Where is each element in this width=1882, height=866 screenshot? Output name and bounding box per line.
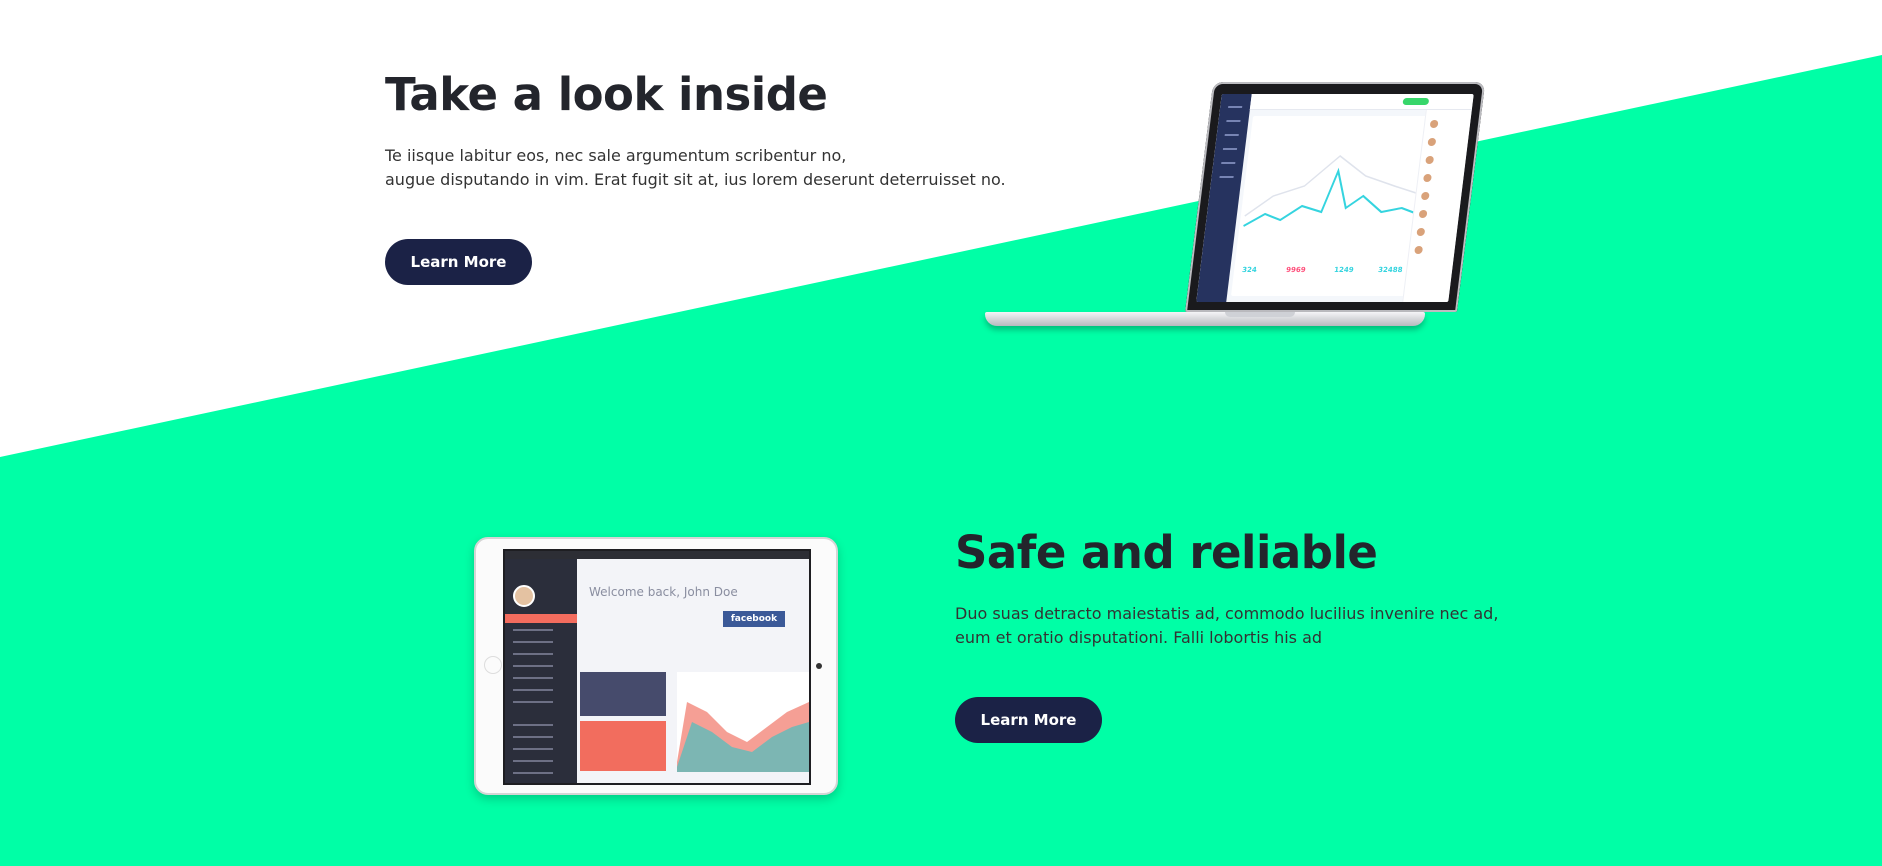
dashboard-topbar: [1249, 94, 1474, 110]
description-line: Duo suas detracto maiestatis ad, commodo…: [955, 604, 1499, 623]
laptop-lid: 324 9969 1249 32488: [1185, 82, 1486, 312]
stat-tile: [580, 672, 666, 716]
dashboard-line-chart: [1243, 155, 1426, 227]
description-line: Te iisque labitur eos, nec sale argument…: [385, 146, 847, 165]
stat-value: 9969: [1285, 266, 1307, 274]
avatar: [513, 585, 535, 607]
facebook-widget: facebook: [723, 611, 785, 627]
tablet-sidebar: [505, 559, 577, 783]
tablet-area-chart: [677, 672, 809, 772]
learn-more-button[interactable]: Learn More: [955, 697, 1102, 743]
section-title-safe-reliable: Safe and reliable: [955, 526, 1378, 579]
diagonal-shape: [0, 55, 1882, 866]
laptop-notch: [1225, 312, 1295, 317]
diagonal-background: [0, 0, 1882, 866]
section-description-look-inside: Te iisque labitur eos, nec sale argument…: [385, 144, 1006, 192]
dashboard-button: [1402, 98, 1430, 105]
laptop-mockup-image: 324 9969 1249 32488: [985, 82, 1486, 332]
learn-more-button[interactable]: Learn More: [385, 239, 532, 285]
description-line: eum et oratio disputationi. Falli lobort…: [955, 628, 1323, 647]
tablet-screen: Welcome back, John Doe facebook: [503, 549, 811, 785]
laptop-base: [985, 312, 1425, 326]
laptop-screen: 324 9969 1249 32488: [1196, 94, 1474, 302]
camera-dot: [816, 663, 822, 669]
area-chart-svg: [677, 702, 809, 772]
description-line: augue disputando in vim. Erat fugit sit …: [385, 170, 1006, 189]
stat-value: 324: [1241, 266, 1258, 274]
tablet-status-bar: [505, 551, 809, 559]
active-menu-item: [505, 614, 577, 623]
chart-line-secondary: [1244, 155, 1426, 217]
welcome-text: Welcome back, John Doe: [589, 585, 738, 599]
stat-value: 32488: [1377, 266, 1404, 274]
home-button: [484, 656, 502, 674]
tablet-mockup-image: Welcome back, John Doe facebook: [474, 537, 838, 795]
stat-value: 1249: [1333, 266, 1355, 274]
section-description-safe-reliable: Duo suas detracto maiestatis ad, commodo…: [955, 602, 1498, 650]
chart-line-primary: [1243, 167, 1424, 227]
section-title-look-inside: Take a look inside: [385, 68, 828, 121]
stat-tile: [580, 721, 666, 771]
